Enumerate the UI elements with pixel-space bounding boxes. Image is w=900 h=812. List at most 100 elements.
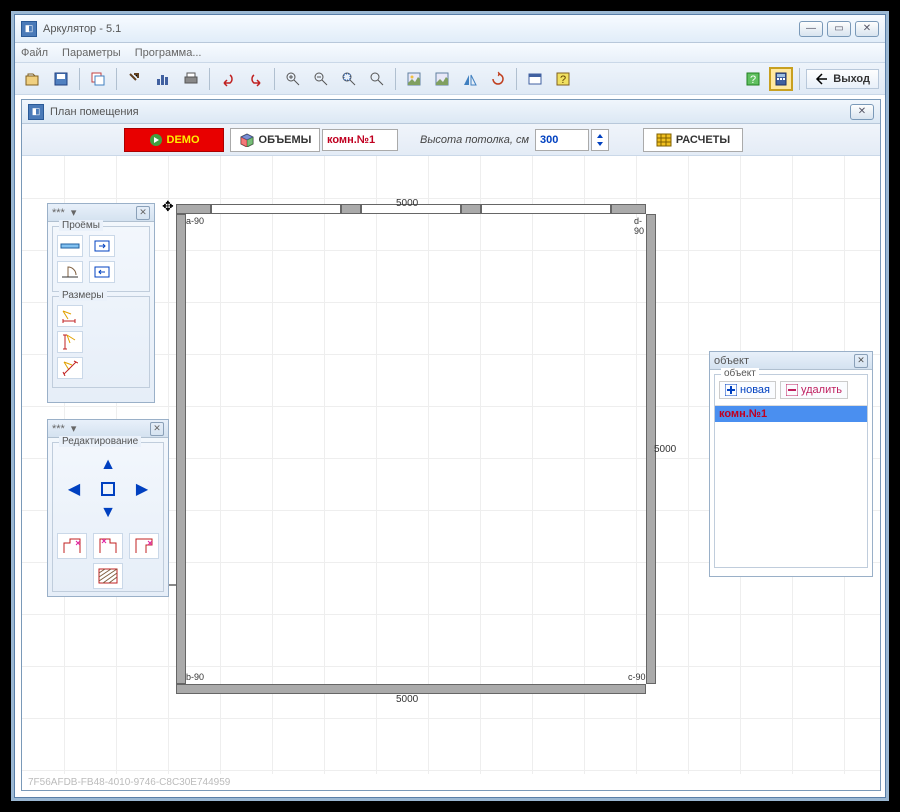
corner-a: a-90 <box>186 216 204 226</box>
exit-label: Выход <box>833 73 870 85</box>
exit-button[interactable]: Выход <box>806 69 879 89</box>
zoom-in-icon[interactable] <box>281 67 305 91</box>
plan-icon: ◧ <box>28 104 44 120</box>
window-1[interactable] <box>211 204 341 214</box>
corner-tool-2[interactable] <box>93 533 123 559</box>
arrow-down-icon[interactable]: ▼ <box>96 501 120 525</box>
wall-top-1[interactable] <box>176 204 211 214</box>
help2-icon[interactable]: ? <box>741 67 765 91</box>
corner-tool-3[interactable] <box>129 533 159 559</box>
minus-icon <box>786 384 798 396</box>
dim-top: 5000 <box>396 198 418 209</box>
palette-edit: *** ▾ ✕ Редактирование ▲ ◀ ▶ ▼ <box>47 419 169 597</box>
menu-program[interactable]: Программа... <box>135 47 202 59</box>
plan-toolbar: DEMO ОБЪЕМЫ комн.№1 Высота потолка, см Р… <box>22 124 880 156</box>
ceiling-label: Высота потолка, см <box>420 134 529 146</box>
close-button[interactable]: ✕ <box>855 21 879 37</box>
palette1-close[interactable]: ✕ <box>136 206 150 220</box>
window-tool[interactable] <box>57 235 83 257</box>
print-icon[interactable] <box>179 67 203 91</box>
door-tool[interactable] <box>57 261 83 283</box>
maximize-button[interactable]: ▭ <box>827 21 851 37</box>
hatch-tool[interactable] <box>93 563 123 589</box>
app-title: Аркулятор - 5.1 <box>43 23 799 35</box>
corner-tool-1[interactable] <box>57 533 87 559</box>
ceiling-input[interactable] <box>535 129 589 151</box>
object-title: объект <box>714 355 749 367</box>
object-group-label: объект <box>721 368 759 379</box>
plan-title-bar: ◧ План помещения ✕ <box>22 100 880 124</box>
plan-title: План помещения <box>50 106 850 118</box>
open-icon[interactable] <box>21 67 45 91</box>
zoom-window-icon[interactable] <box>337 67 361 91</box>
menu-params[interactable]: Параметры <box>62 47 121 59</box>
window-3[interactable] <box>481 204 611 214</box>
plan-close-button[interactable]: ✕ <box>850 104 874 120</box>
volumes-label: ОБЪЕМЫ <box>259 134 312 146</box>
volumes-button[interactable]: ОБЪЕМЫ <box>230 128 320 152</box>
hammer-icon[interactable] <box>123 67 147 91</box>
dim-vert-tool[interactable] <box>57 331 83 353</box>
chevron-down-icon[interactable]: ▾ <box>71 422 77 435</box>
ceiling-spin[interactable] <box>591 129 609 151</box>
zoom-fit-icon[interactable] <box>365 67 389 91</box>
chart-icon[interactable] <box>151 67 175 91</box>
object-item[interactable]: комн.№1 <box>715 406 867 422</box>
menu-file[interactable]: Файл <box>21 47 48 59</box>
title-bar: ◧ Аркулятор - 5.1 — ▭ ✕ <box>15 15 885 43</box>
dim-horiz-tool[interactable] <box>57 305 83 327</box>
palette2-close[interactable]: ✕ <box>150 422 164 436</box>
layers-icon[interactable] <box>86 67 110 91</box>
new-label: новая <box>740 384 770 396</box>
exit-icon <box>815 72 829 86</box>
save-icon[interactable] <box>49 67 73 91</box>
app-icon: ◧ <box>21 21 37 37</box>
play-icon <box>149 133 163 147</box>
group-openings-label: Проёмы <box>59 220 103 231</box>
center-box-icon[interactable] <box>96 477 120 501</box>
undo-icon[interactable] <box>216 67 240 91</box>
cube-icon <box>239 133 255 147</box>
image1-icon[interactable] <box>402 67 426 91</box>
chevron-down-icon[interactable]: ▾ <box>71 206 77 219</box>
room-name-field[interactable]: комн.№1 <box>322 129 398 151</box>
rotate-icon[interactable] <box>486 67 510 91</box>
arrow-up-icon[interactable]: ▲ <box>96 453 120 477</box>
svg-text:?: ? <box>750 74 756 86</box>
corner-b: b-90 <box>186 672 204 682</box>
wall-top-4[interactable] <box>611 204 646 214</box>
insert-right-icon[interactable] <box>89 235 115 257</box>
wall-left[interactable] <box>176 214 186 684</box>
delete-label: удалить <box>801 384 842 396</box>
dim-diag-tool[interactable] <box>57 357 83 379</box>
arrow-right-icon[interactable]: ▶ <box>130 477 154 501</box>
minimize-button[interactable]: — <box>799 21 823 37</box>
calculator-icon[interactable] <box>769 67 793 91</box>
object-close[interactable]: ✕ <box>854 354 868 368</box>
arrow-left-icon[interactable]: ◀ <box>62 477 86 501</box>
menu-bar: Файл Параметры Программа... <box>15 43 885 63</box>
zoom-out-icon[interactable] <box>309 67 333 91</box>
plus-icon <box>725 384 737 396</box>
move-handle-icon[interactable]: ✥ <box>162 198 174 215</box>
window-icon[interactable] <box>523 67 547 91</box>
redo-icon[interactable] <box>244 67 268 91</box>
help-icon[interactable]: ? <box>551 67 575 91</box>
image2-icon[interactable] <box>430 67 454 91</box>
wall-top-2[interactable] <box>341 204 361 214</box>
insert-left-icon[interactable] <box>89 261 115 283</box>
mirror-icon[interactable] <box>458 67 482 91</box>
object-delete-button[interactable]: удалить <box>780 381 848 399</box>
wall-top-3[interactable] <box>461 204 481 214</box>
calc-button[interactable]: РАСЧЕТЫ <box>643 128 743 152</box>
main-window: ◧ Аркулятор - 5.1 — ▭ ✕ Файл Параметры П… <box>14 14 886 798</box>
wall-bottom[interactable] <box>176 684 646 694</box>
dim-bottom: 5000 <box>396 694 418 705</box>
grid-icon <box>656 133 672 147</box>
dim-right: 5000 <box>654 444 676 455</box>
object-list: комн.№1 <box>715 405 867 422</box>
corner-c: c-90 <box>628 672 646 682</box>
main-toolbar: ? ? Выход <box>15 63 885 95</box>
object-new-button[interactable]: новая <box>719 381 776 399</box>
demo-button[interactable]: DEMO <box>124 128 224 152</box>
